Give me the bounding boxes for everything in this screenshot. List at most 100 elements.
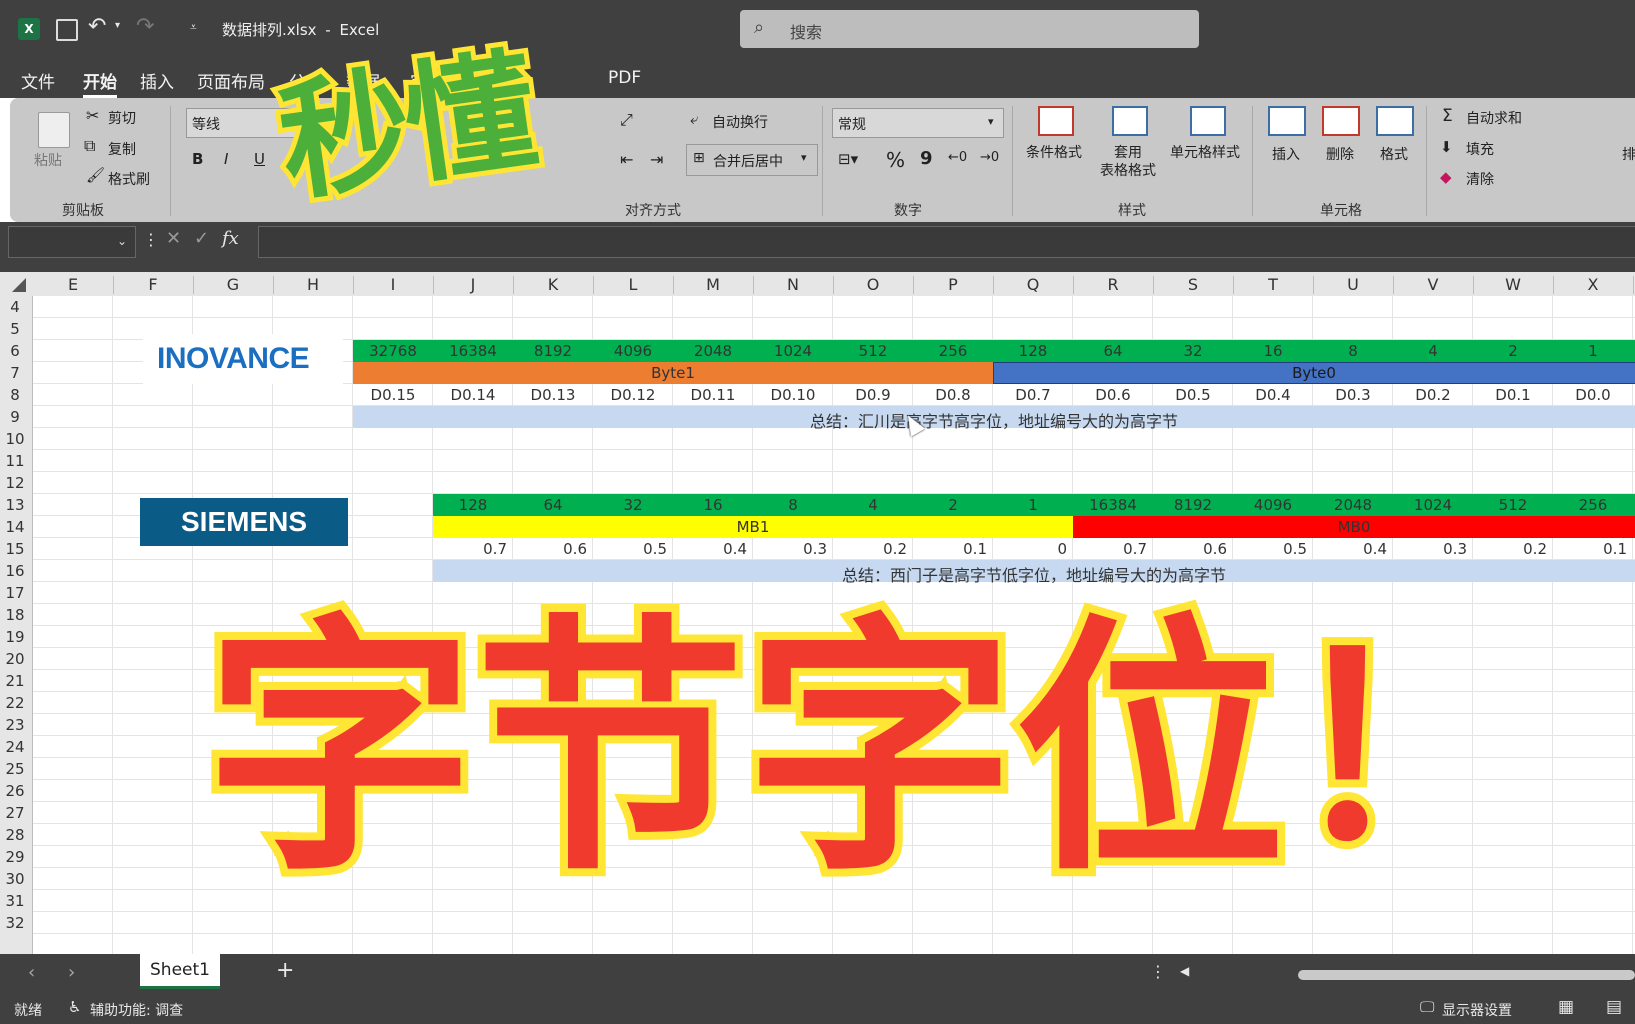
cancel-formula-icon[interactable]: ✕ <box>166 228 181 249</box>
siemens-bit-cell[interactable]: 0.4 <box>673 538 753 560</box>
sort-label[interactable]: 排 <box>1622 144 1635 164</box>
tab-options-icon[interactable]: ⋮ <box>1150 962 1166 981</box>
format-as-table-label2[interactable]: 表格格式 <box>1100 160 1156 180</box>
clear-icon[interactable]: ◆ <box>1440 168 1452 186</box>
cut-icon[interactable]: ✂ <box>86 106 99 125</box>
siemens-weight-cell[interactable]: 1 <box>993 494 1073 516</box>
siemens-weight-cell[interactable]: 8192 <box>1153 494 1233 516</box>
accessibility-icon[interactable]: ♿ <box>68 998 81 1016</box>
row-header-22[interactable]: 22 <box>0 694 30 712</box>
siemens-bit-cell[interactable]: 0.7 <box>1073 538 1153 560</box>
siemens-bit-cell[interactable]: 0.6 <box>513 538 593 560</box>
comma-button[interactable]: 9 <box>920 148 933 169</box>
inovance-weight-cell[interactable]: 256 <box>913 340 993 362</box>
column-header-E[interactable]: E <box>33 275 113 294</box>
column-header-U[interactable]: U <box>1313 275 1393 294</box>
formula-more-icon[interactable]: ⋮ <box>143 230 159 249</box>
customize-toolbar-icon[interactable]: ⩡ <box>190 20 197 35</box>
inovance-bit-cell[interactable]: D0.2 <box>1393 384 1473 406</box>
column-header-J[interactable]: J <box>433 275 513 294</box>
inovance-bit-cell[interactable]: D0.0 <box>1553 384 1633 406</box>
inovance-weight-cell[interactable]: 4 <box>1393 340 1473 362</box>
siemens-weight-cell[interactable]: 256 <box>1553 494 1633 516</box>
row-header-14[interactable]: 14 <box>0 518 30 536</box>
increase-indent-icon[interactable]: ⇥ <box>650 150 663 169</box>
underline-button[interactable]: U <box>254 150 265 168</box>
column-header-G[interactable]: G <box>193 275 273 294</box>
cell-styles-label[interactable]: 单元格样式 <box>1170 142 1240 162</box>
name-box[interactable]: ⌄ <box>8 226 136 258</box>
autosum-icon[interactable]: Σ <box>1442 106 1453 126</box>
inovance-bit-cell[interactable]: D0.14 <box>433 384 513 406</box>
tab-insert[interactable]: 插入 <box>140 68 174 93</box>
column-header-H[interactable]: H <box>273 275 353 294</box>
siemens-weight-cell[interactable]: 2048 <box>1313 494 1393 516</box>
column-header-T[interactable]: T <box>1233 275 1313 294</box>
inovance-bit-cell[interactable]: D0.6 <box>1073 384 1153 406</box>
siemens-bit-cell[interactable]: 0.4 <box>1313 538 1393 560</box>
row-header-13[interactable]: 13 <box>0 496 30 514</box>
wrap-text-icon[interactable]: ⤶ <box>690 110 698 128</box>
cut-label[interactable]: 剪切 <box>108 108 136 128</box>
siemens-weight-cell[interactable]: 4096 <box>1233 494 1313 516</box>
copy-icon[interactable]: ⧉ <box>84 136 95 156</box>
tab-file[interactable]: 文件 <box>21 68 55 93</box>
paste-icon[interactable] <box>38 112 70 148</box>
row-header-19[interactable]: 19 <box>0 628 30 646</box>
format-cells-label[interactable]: 格式 <box>1380 144 1408 164</box>
siemens-bit-cell[interactable]: 0.2 <box>833 538 913 560</box>
scroll-left-icon[interactable]: ◀ <box>1180 964 1189 978</box>
redo-icon[interactable]: ↷ <box>136 14 154 39</box>
row-header-30[interactable]: 30 <box>0 870 30 888</box>
tab-home[interactable]: 开始 <box>83 68 117 98</box>
column-header-I[interactable]: I <box>353 275 433 294</box>
row-header-15[interactable]: 15 <box>0 540 30 558</box>
inovance-bit-cell[interactable]: D0.15 <box>353 384 433 406</box>
siemens-weight-cell[interactable]: 4 <box>833 494 913 516</box>
insert-cells-icon[interactable] <box>1268 106 1306 136</box>
row-header-27[interactable]: 27 <box>0 804 30 822</box>
inovance-bit-cell[interactable]: D0.7 <box>993 384 1073 406</box>
increase-decimal-icon[interactable]: ←0 <box>948 150 967 165</box>
siemens-weight-cell[interactable]: 64 <box>513 494 593 516</box>
sheet-tab-sheet1[interactable]: Sheet1 <box>140 954 220 989</box>
page-layout-view-icon[interactable]: ▤ <box>1606 997 1622 1017</box>
bold-button[interactable]: B <box>192 150 203 168</box>
inovance-bit-cell[interactable]: D0.10 <box>753 384 833 406</box>
siemens-weight-cell[interactable]: 32 <box>593 494 673 516</box>
row-header-10[interactable]: 10 <box>0 430 30 448</box>
inovance-weight-cell[interactable]: 8 <box>1313 340 1393 362</box>
inovance-weight-cell[interactable]: 128 <box>993 340 1073 362</box>
row-header-16[interactable]: 16 <box>0 562 30 580</box>
column-header-R[interactable]: R <box>1073 275 1153 294</box>
inovance-weight-cell[interactable]: 8192 <box>513 340 593 362</box>
column-header-X[interactable]: X <box>1553 275 1633 294</box>
siemens-weight-cell[interactable]: 8 <box>753 494 833 516</box>
inovance-bit-cell[interactable]: D0.8 <box>913 384 993 406</box>
inovance-weight-cell[interactable]: 32768 <box>353 340 433 362</box>
accessibility-label[interactable]: 辅助功能: 调查 <box>90 1000 183 1020</box>
inovance-bit-cell[interactable]: D0.13 <box>513 384 593 406</box>
clear-label[interactable]: 清除 <box>1466 169 1494 189</box>
insert-function-icon[interactable]: fx <box>222 228 239 249</box>
column-header-P[interactable]: P <box>913 275 993 294</box>
row-header-11[interactable]: 11 <box>0 452 30 470</box>
row-header-24[interactable]: 24 <box>0 738 30 756</box>
siemens-weight-cell[interactable]: 16 <box>673 494 753 516</box>
delete-cells-icon[interactable] <box>1322 106 1360 136</box>
search-box[interactable]: ⌕ 搜索 <box>740 10 1199 48</box>
row-header-4[interactable]: 4 <box>0 298 30 316</box>
display-settings-label[interactable]: 显示器设置 <box>1442 1000 1512 1020</box>
delete-cells-label[interactable]: 删除 <box>1326 144 1354 164</box>
next-sheet-icon[interactable]: › <box>68 962 75 983</box>
siemens-weight-cell[interactable]: 16384 <box>1073 494 1153 516</box>
siemens-weight-cell[interactable]: 1024 <box>1393 494 1473 516</box>
row-header-23[interactable]: 23 <box>0 716 30 734</box>
column-header-O[interactable]: O <box>833 275 913 294</box>
tab-page-layout[interactable]: 页面布局 <box>197 68 265 93</box>
row-header-32[interactable]: 32 <box>0 914 30 932</box>
undo-dropdown-icon[interactable]: ▾ <box>115 20 120 31</box>
inovance-weight-cell[interactable]: 2048 <box>673 340 753 362</box>
row-header-8[interactable]: 8 <box>0 386 30 404</box>
siemens-bit-cell[interactable]: 0.5 <box>593 538 673 560</box>
